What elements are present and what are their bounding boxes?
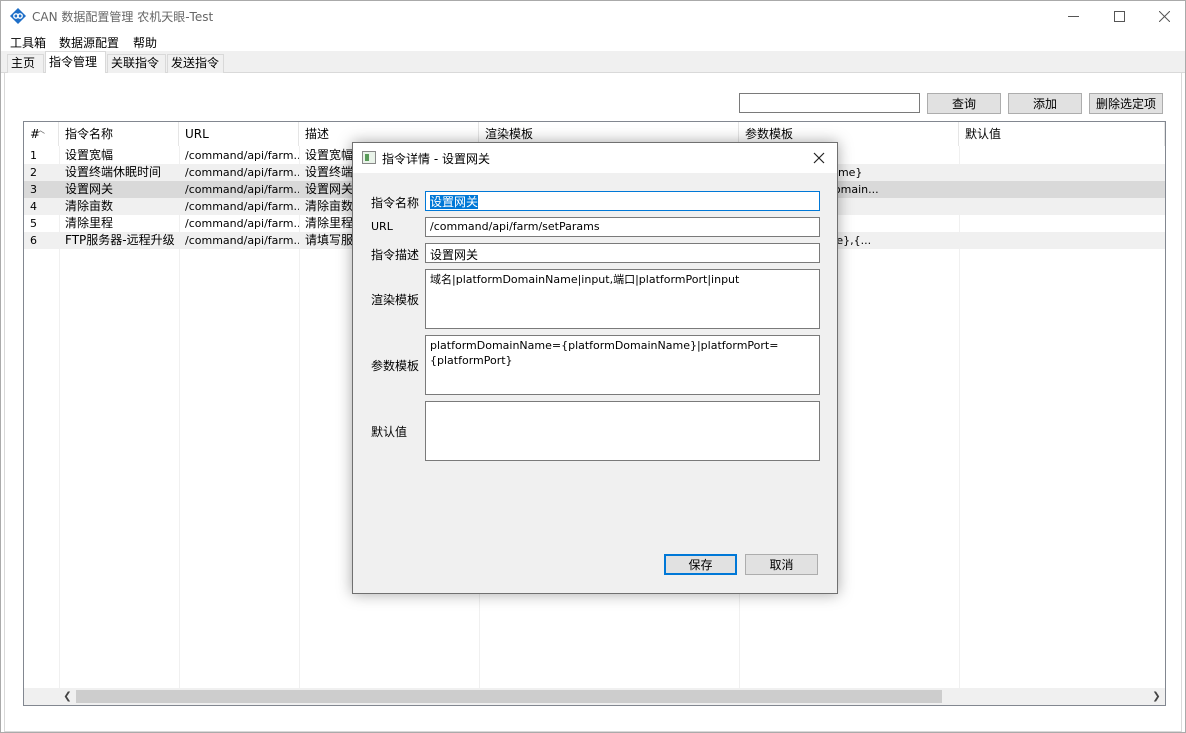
description-field[interactable]: 设置网关 bbox=[425, 243, 820, 263]
render-template-textarea[interactable]: 域名|platformDomainName|input,端口|platformP… bbox=[425, 269, 820, 329]
name-label: 指令名称 bbox=[371, 196, 420, 210]
title-bar[interactable]: CAN 数据配置管理 农机天眼-Test bbox=[1, 1, 1185, 31]
maximize-icon bbox=[1113, 10, 1125, 22]
dialog-title-bar[interactable]: 指令详情 - 设置网关 bbox=[353, 143, 837, 173]
menu-help[interactable]: 帮助 bbox=[133, 34, 157, 51]
tab-related-commands[interactable]: 关联指令 bbox=[107, 54, 166, 73]
menu-datasource-config[interactable]: 数据源配置 bbox=[59, 34, 119, 51]
maximize-button[interactable] bbox=[1096, 1, 1142, 31]
scrollbar-thumb[interactable] bbox=[76, 690, 942, 703]
menu-toolbox[interactable]: 工具箱 bbox=[10, 34, 46, 51]
add-button[interactable]: 添加 bbox=[1008, 93, 1082, 114]
default-value-textarea[interactable] bbox=[425, 401, 820, 461]
render-template-label: 渲染模板 bbox=[371, 293, 420, 307]
main-window: CAN 数据配置管理 农机天眼-Test 工具箱 数据源配置 帮助 主页 指令管… bbox=[0, 0, 1186, 733]
column-header-number[interactable]: ︿ # bbox=[24, 122, 59, 146]
app-logo-icon bbox=[10, 8, 26, 24]
menu-bar: 工具箱 数据源配置 帮助 bbox=[1, 31, 1185, 51]
column-header-url[interactable]: URL bbox=[179, 122, 299, 146]
column-header-default-value[interactable]: 默认值 bbox=[959, 122, 1165, 146]
save-button[interactable]: 保存 bbox=[664, 554, 737, 575]
minimize-button[interactable] bbox=[1050, 1, 1096, 31]
query-button[interactable]: 查询 bbox=[927, 93, 1001, 114]
tab-strip: 主页 指令管理 关联指令 发送指令 bbox=[1, 51, 1185, 74]
dialog-close-icon[interactable] bbox=[811, 150, 827, 166]
param-template-label: 参数模板 bbox=[371, 359, 420, 373]
dialog-title: 指令详情 - 设置网关 bbox=[382, 152, 490, 166]
param-template-textarea[interactable]: platformDomainName={platformDomainName}|… bbox=[425, 335, 820, 395]
close-icon bbox=[1158, 10, 1170, 22]
sort-ascending-icon: ︿ bbox=[36, 126, 46, 136]
minimize-icon bbox=[1067, 15, 1079, 17]
tab-command-management[interactable]: 指令管理 bbox=[45, 51, 106, 74]
cancel-button[interactable]: 取消 bbox=[745, 554, 818, 575]
url-field[interactable]: /command/api/farm/setParams bbox=[425, 217, 820, 237]
url-label: URL bbox=[371, 220, 393, 233]
scroll-left-icon[interactable]: ❮ bbox=[59, 688, 76, 705]
default-value-label: 默认值 bbox=[371, 425, 408, 439]
tab-home[interactable]: 主页 bbox=[7, 54, 44, 73]
scroll-right-icon[interactable]: ❯ bbox=[1148, 688, 1165, 705]
command-name-value: 设置网关 bbox=[430, 195, 479, 209]
delete-selected-button[interactable]: 删除选定项 bbox=[1089, 93, 1163, 114]
dialog-window-icon bbox=[362, 151, 376, 164]
tab-send-command[interactable]: 发送指令 bbox=[167, 54, 224, 73]
command-name-field[interactable]: 设置网关 bbox=[425, 191, 820, 211]
horizontal-scrollbar[interactable]: ❮ ❯ bbox=[24, 688, 1165, 705]
command-detail-dialog: 指令详情 - 设置网关 指令名称 设置网关 URL /command/api/f… bbox=[352, 142, 838, 594]
description-label: 指令描述 bbox=[371, 248, 420, 262]
close-button[interactable] bbox=[1141, 1, 1186, 31]
window-title: CAN 数据配置管理 农机天眼-Test bbox=[32, 10, 214, 24]
search-input[interactable] bbox=[739, 93, 920, 113]
column-header-name[interactable]: 指令名称 bbox=[59, 122, 179, 146]
